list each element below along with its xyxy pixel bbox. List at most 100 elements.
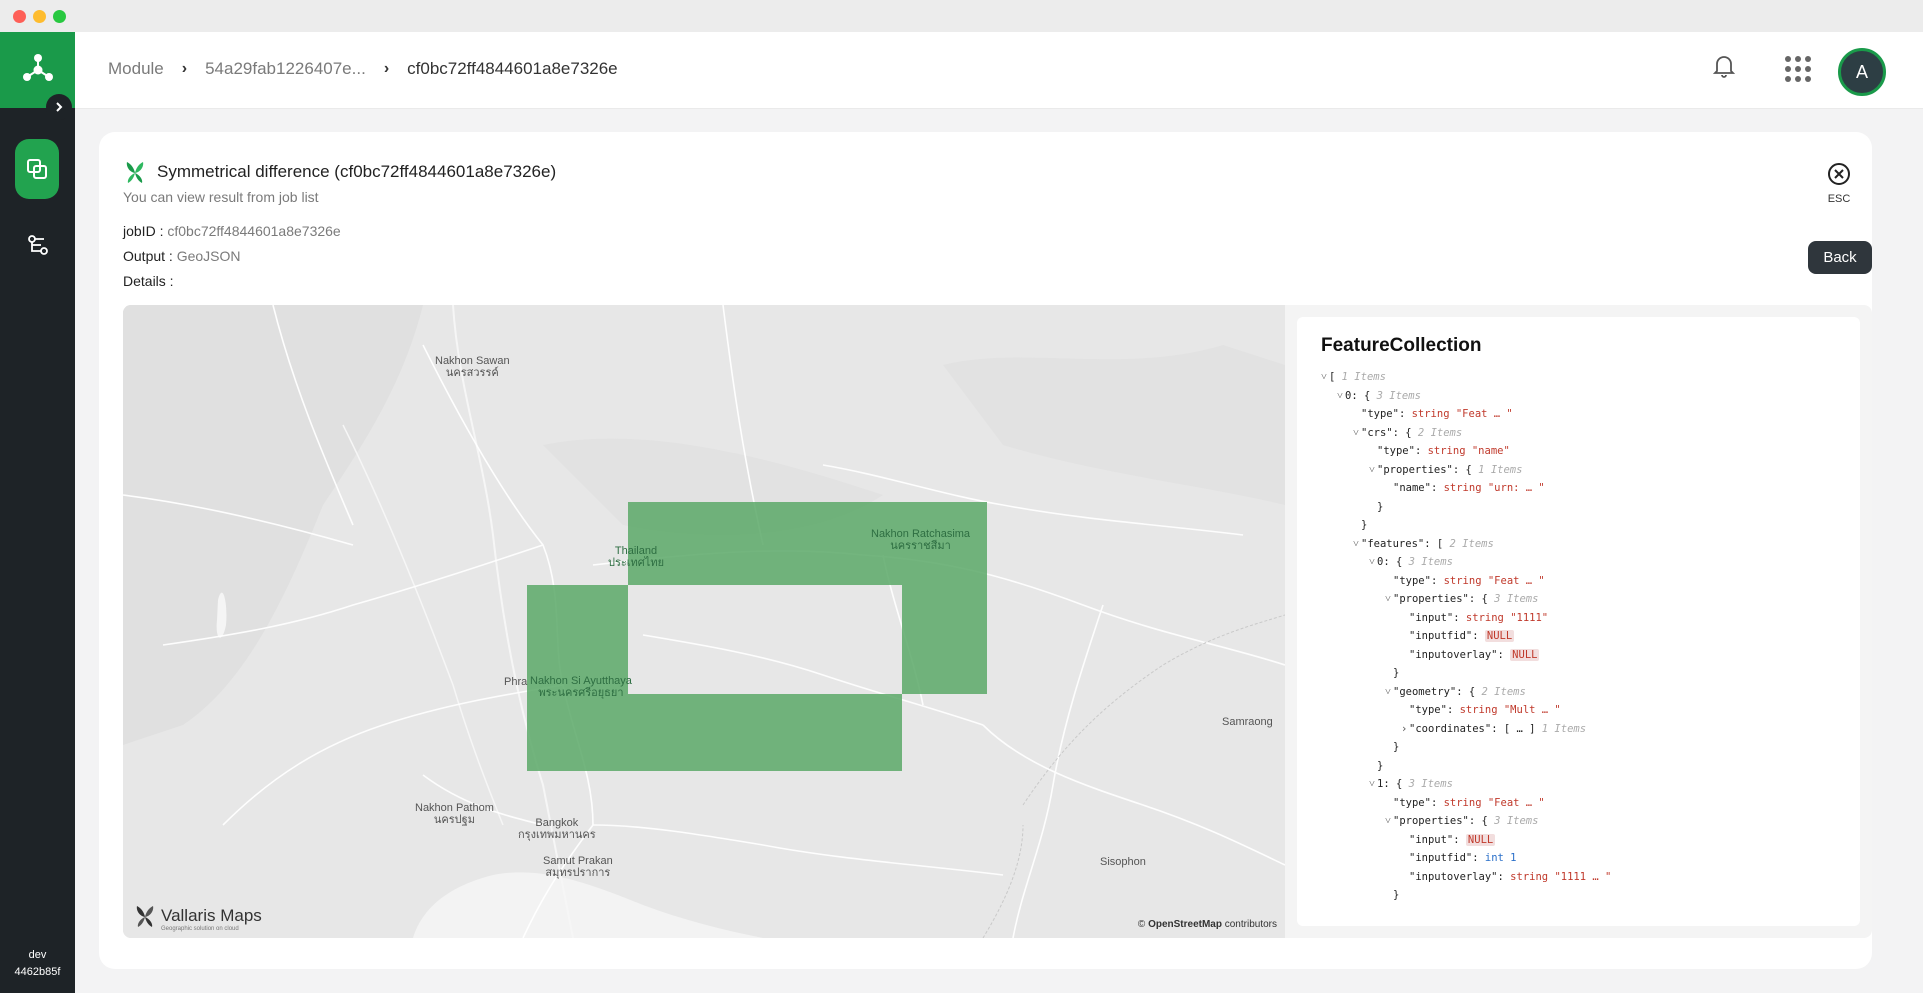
breadcrumb-module[interactable]: Module	[108, 59, 164, 79]
json-tree-line[interactable]: ˅ "properties": { 3 Items	[1385, 591, 1538, 607]
json-type: string	[1459, 704, 1498, 716]
json-tree-line[interactable]: ˅ 0: { 3 Items	[1337, 388, 1421, 404]
json-tree-line[interactable]: › "coordinates": [ … ] 1 Items	[1401, 721, 1586, 737]
json-key: "inputfid"	[1409, 852, 1473, 864]
nav-module-button[interactable]	[15, 139, 59, 199]
json-item-count: 3 Items	[1408, 556, 1453, 568]
json-item-count: 1 Items	[1541, 722, 1587, 735]
expand-toggle-icon[interactable]: ˅	[1353, 536, 1361, 552]
expand-toggle-icon[interactable]: ˅	[1385, 813, 1393, 829]
window-titlebar	[0, 0, 1923, 33]
json-tree-line: "name": string "urn: … "	[1385, 480, 1545, 496]
json-value: {	[1395, 778, 1403, 790]
place-label: Bangkok กรุงเทพมหานคร	[518, 817, 596, 841]
expand-toggle-icon[interactable]: ˅	[1369, 554, 1377, 570]
expand-toggle-icon[interactable]: ˅	[1385, 684, 1393, 700]
expand-toggle-icon[interactable]: ˅	[1385, 591, 1393, 607]
chevron-right-icon	[56, 102, 63, 112]
json-type: string	[1443, 482, 1482, 494]
json-colon: :	[1456, 685, 1463, 698]
place-label: Thailand ประเทศไทย	[608, 545, 665, 569]
map-brand-tagline: Geographic solution on cloud	[161, 926, 239, 932]
json-tree-line[interactable]: ˅ "properties": { 1 Items	[1369, 462, 1522, 478]
apps-grid-icon[interactable]	[1785, 56, 1811, 82]
json-key: "input"	[1409, 833, 1454, 846]
user-avatar[interactable]: A	[1838, 48, 1886, 96]
maximize-window-button[interactable]	[53, 10, 66, 23]
map-view[interactable]: Nakhon Sawan นครสวรรค์ Thailand ประเทศไทย …	[123, 305, 1285, 938]
json-tree-line: "inputfid": int 1	[1401, 850, 1517, 866]
json-key: "inputfid"	[1409, 630, 1473, 642]
json-type: string	[1510, 870, 1549, 883]
json-value: "1111"	[1510, 611, 1549, 624]
place-label: Samut Prakan สมุทรปราการ	[543, 855, 613, 879]
json-item-count: 3 Items	[1408, 778, 1453, 790]
layers-copy-icon	[27, 159, 47, 179]
json-tree-line[interactable]: ˅ "properties": { 3 Items	[1385, 813, 1538, 829]
json-type: string	[1443, 796, 1482, 809]
osm-link[interactable]: OpenStreetMap	[1148, 919, 1222, 930]
json-tree-line[interactable]: ˅ 1: { 3 Items	[1369, 776, 1453, 792]
expand-toggle-icon[interactable]: ›	[1401, 721, 1409, 737]
expand-toggle-icon[interactable]: ˅	[1369, 462, 1377, 478]
json-value: [	[1329, 371, 1336, 383]
json-value: }	[1393, 741, 1400, 753]
json-value: "Mult … "	[1503, 704, 1561, 716]
place-label: Nakhon Si Ayutthaya พระนครศรีอยุธยา	[530, 675, 632, 699]
expand-sidebar-button[interactable]	[46, 94, 72, 120]
json-tree-line[interactable]: ˅[ 1 Items	[1321, 369, 1386, 385]
json-type: int	[1484, 852, 1504, 864]
json-key: "type"	[1393, 796, 1431, 809]
job-title-row: Symmetrical difference (cf0bc72ff4844601…	[123, 160, 556, 184]
json-viewer[interactable]: FeatureCollection ˅[ 1 Items ˅ 0: { 3 Item…	[1297, 317, 1860, 926]
json-item-count: 3 Items	[1376, 389, 1421, 402]
breadcrumb-module-id[interactable]: 54a29fab1226407e...	[205, 59, 366, 79]
json-tree-line[interactable]: ˅ "features": [ 2 Items	[1353, 536, 1494, 552]
json-colon: :	[1468, 815, 1476, 827]
json-tree-line: }	[1369, 499, 1383, 515]
json-tree-line: "inputfid": NULL	[1401, 628, 1515, 644]
json-key: "inputoverlay"	[1409, 870, 1498, 883]
json-tree-line: "inputoverlay": string "1111 … "	[1401, 869, 1611, 885]
close-window-button[interactable]	[13, 10, 26, 23]
place-label: Nakhon Sawan นครสวรรค์	[435, 355, 510, 379]
json-tree-line: }	[1353, 517, 1367, 533]
details-row: Details :	[123, 273, 174, 289]
breadcrumb-chevron-icon: ›	[383, 60, 390, 77]
json-colon: :	[1383, 556, 1390, 568]
json-value: {	[1363, 389, 1371, 402]
back-button[interactable]: Back	[1808, 241, 1872, 274]
json-tree-line: }	[1369, 758, 1383, 774]
job-subtitle: You can view result from job list	[123, 189, 319, 205]
json-tree-line[interactable]: ˅ "crs": { 2 Items	[1353, 425, 1462, 441]
json-tree-line[interactable]: ˅ "geometry": { 2 Items	[1385, 684, 1526, 700]
json-key: "properties"	[1393, 593, 1469, 605]
close-circle-icon	[1828, 163, 1850, 185]
json-colon: :	[1398, 408, 1406, 420]
breadcrumb: Module › 54a29fab1226407e... › cf0bc72ff…	[108, 59, 618, 79]
json-tree-line[interactable]: ˅ 0: { 3 Items	[1369, 554, 1453, 570]
expand-toggle-icon[interactable]: ˅	[1369, 776, 1377, 792]
json-value: "Feat … "	[1455, 408, 1513, 420]
esc-close-button[interactable]: ESC	[1819, 162, 1859, 205]
json-key: "crs"	[1361, 426, 1393, 439]
notification-button[interactable]	[1712, 54, 1736, 83]
json-tree-line: }	[1385, 665, 1399, 681]
json-colon: :	[1491, 722, 1498, 735]
json-value: NULL	[1484, 630, 1515, 642]
expand-toggle-icon[interactable]: ˅	[1353, 425, 1361, 441]
breadcrumb-job-id: cf0bc72ff4844601a8e7326e	[407, 59, 618, 78]
json-colon: :	[1414, 445, 1422, 457]
nav-workflow-button[interactable]	[24, 231, 52, 259]
place-label: Phra	[504, 676, 528, 688]
place-label: Nakhon Ratchasima นครราชสีมา	[871, 528, 971, 552]
minimize-window-button[interactable]	[33, 10, 46, 23]
json-item-count: 1 Items	[1478, 463, 1523, 476]
vallaris-leaf-icon	[136, 906, 154, 927]
expand-toggle-icon[interactable]: ˅	[1321, 369, 1329, 385]
expand-toggle-icon[interactable]: ˅	[1337, 388, 1345, 404]
json-value: {	[1481, 593, 1488, 605]
json-value: "1111 … "	[1554, 870, 1612, 883]
job-id-row: jobID : cf0bc72ff4844601a8e7326e	[123, 223, 341, 239]
json-key: "properties"	[1377, 463, 1453, 476]
